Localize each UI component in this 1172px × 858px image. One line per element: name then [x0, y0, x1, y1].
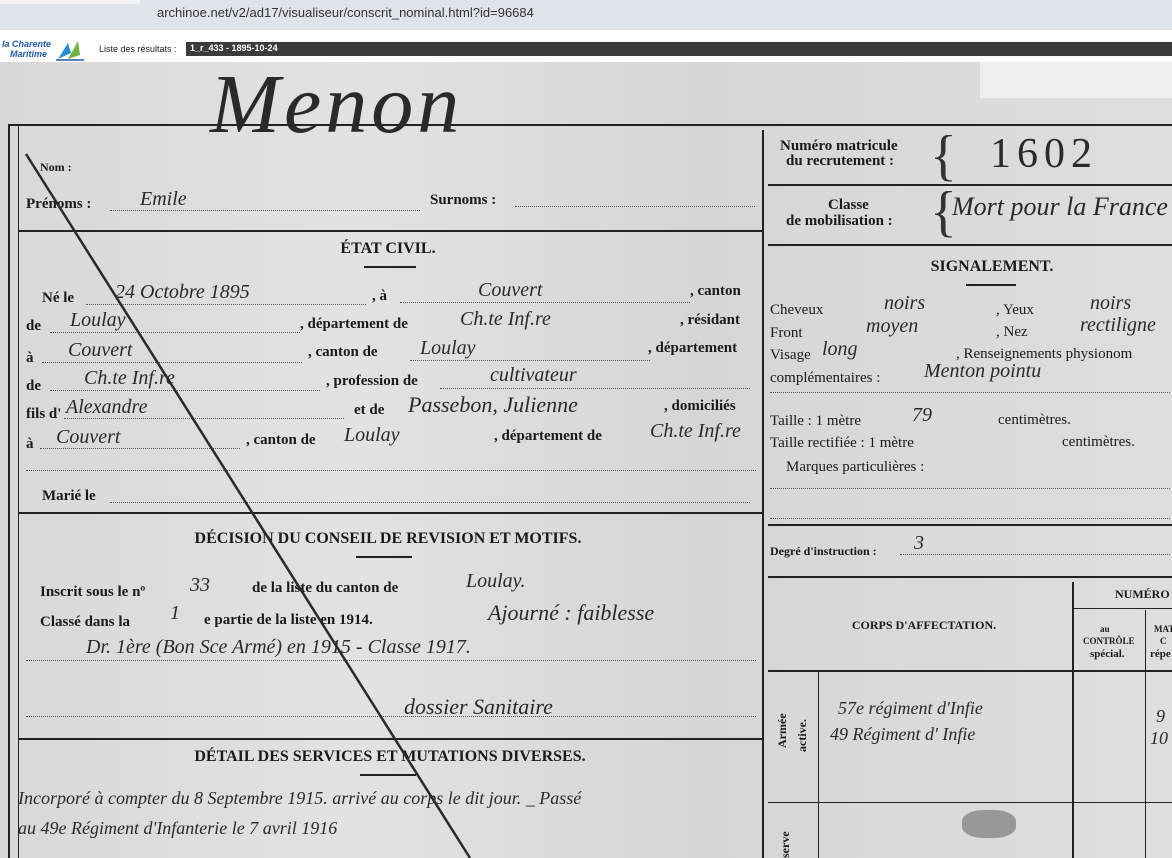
taille-label: Taille : 1 mètre — [770, 413, 861, 429]
ink-stain — [962, 810, 1016, 838]
dots — [770, 518, 1170, 519]
paper-edge — [980, 62, 1172, 98]
results-label: Liste des résultats : — [99, 44, 177, 54]
reserve-label: serve — [778, 831, 792, 858]
yeux-value: noirs — [1090, 292, 1132, 314]
diagonal-strike-line — [24, 153, 472, 858]
table-divider — [1072, 582, 1074, 858]
visage-value: long — [822, 338, 858, 360]
matricule-label-2: du recrutement : — [786, 153, 895, 169]
marques-label: Marques particulières : — [786, 459, 925, 475]
browser-address-bar[interactable]: archinoe.net/v2/ad17/visualiseur/conscri… — [0, 0, 1172, 30]
complementaires-value: Menton pointu — [924, 360, 1042, 382]
divider — [768, 576, 1172, 578]
visage-label: Visage — [770, 347, 811, 363]
divider — [768, 244, 1172, 246]
cheveux-label: Cheveux — [770, 302, 824, 318]
centimetres-label-2: centimètres. — [1062, 434, 1135, 450]
nez-value: rectiligne — [1080, 314, 1156, 336]
yeux-label: , Yeux — [996, 302, 1034, 318]
num-2: 10 — [1150, 728, 1168, 748]
cheveux-value: noirs — [884, 292, 926, 314]
instruction-label: Degré d'instruction : — [770, 544, 877, 558]
col1-c: spécial. — [1090, 648, 1125, 660]
front-value: moyen — [866, 315, 919, 337]
armee-line-1: 57e régiment d'Infie — [838, 698, 983, 718]
instruction-value: 3 — [914, 532, 924, 554]
divider — [768, 184, 1172, 186]
num-1: 9 — [1156, 706, 1165, 726]
viewer-toolbar: la Charente Maritime Liste des résultats… — [0, 38, 1172, 62]
classe-label-1: Classe — [828, 197, 869, 213]
title-underline — [966, 284, 1016, 286]
col2-c: répe — [1150, 648, 1171, 660]
charente-maritime-logo[interactable]: la Charente Maritime — [2, 39, 86, 61]
results-value: 1_r_433 - 1895-10-24 — [190, 43, 278, 53]
armee-label-2: active. — [795, 719, 809, 752]
dots — [770, 392, 1170, 393]
matricule-brace: { — [930, 125, 957, 187]
classe-label-2: de mobilisation : — [786, 213, 893, 229]
classe-value: Mort pour la France — [952, 192, 1168, 221]
divider — [768, 524, 1172, 526]
numero-header: NUMÉRO — [1115, 587, 1170, 601]
col2-a: MAT — [1154, 624, 1172, 634]
nez-label: , Nez — [996, 324, 1028, 340]
table-divider — [1145, 610, 1146, 858]
armee-line-2: 49 Régiment d' Infie — [830, 724, 976, 744]
bird-icon — [56, 41, 84, 61]
corps-title: CORPS D'AFFECTATION. — [851, 618, 997, 632]
tab-edge — [0, 0, 140, 4]
logo-line-1: la Charente — [2, 39, 52, 49]
table-divider — [1074, 608, 1172, 609]
matricule-value: 1602 — [990, 131, 1098, 177]
col1-b: CONTRÔLE — [1083, 636, 1135, 646]
armee-label-1: Armée — [775, 713, 789, 748]
divider — [768, 670, 1172, 672]
col2-b: C — [1160, 636, 1167, 646]
col1-a: au — [1100, 624, 1110, 634]
results-select[interactable]: 1_r_433 - 1895-10-24 — [186, 42, 1172, 56]
url-text[interactable]: archinoe.net/v2/ad17/visualiseur/conscri… — [157, 5, 534, 20]
table-divider — [818, 672, 819, 858]
separator — [0, 30, 1172, 38]
divider — [768, 802, 1172, 803]
document-viewer[interactable]: Nom : Menon Prénoms : Emile Surnoms : Nu… — [0, 62, 1172, 858]
logo-line-2: Maritime — [10, 49, 48, 59]
signalement-title: SIGNALEMENT. — [930, 258, 1054, 275]
taille-value: 79 — [912, 404, 932, 426]
taille-rectifiee-label: Taille rectifiée : 1 mètre — [770, 435, 914, 451]
complementaires-label: complémentaires : — [770, 370, 881, 386]
dots — [900, 554, 1170, 555]
front-label: Front — [770, 325, 803, 341]
dots — [770, 488, 1170, 489]
centimetres-label: centimètres. — [998, 412, 1071, 428]
